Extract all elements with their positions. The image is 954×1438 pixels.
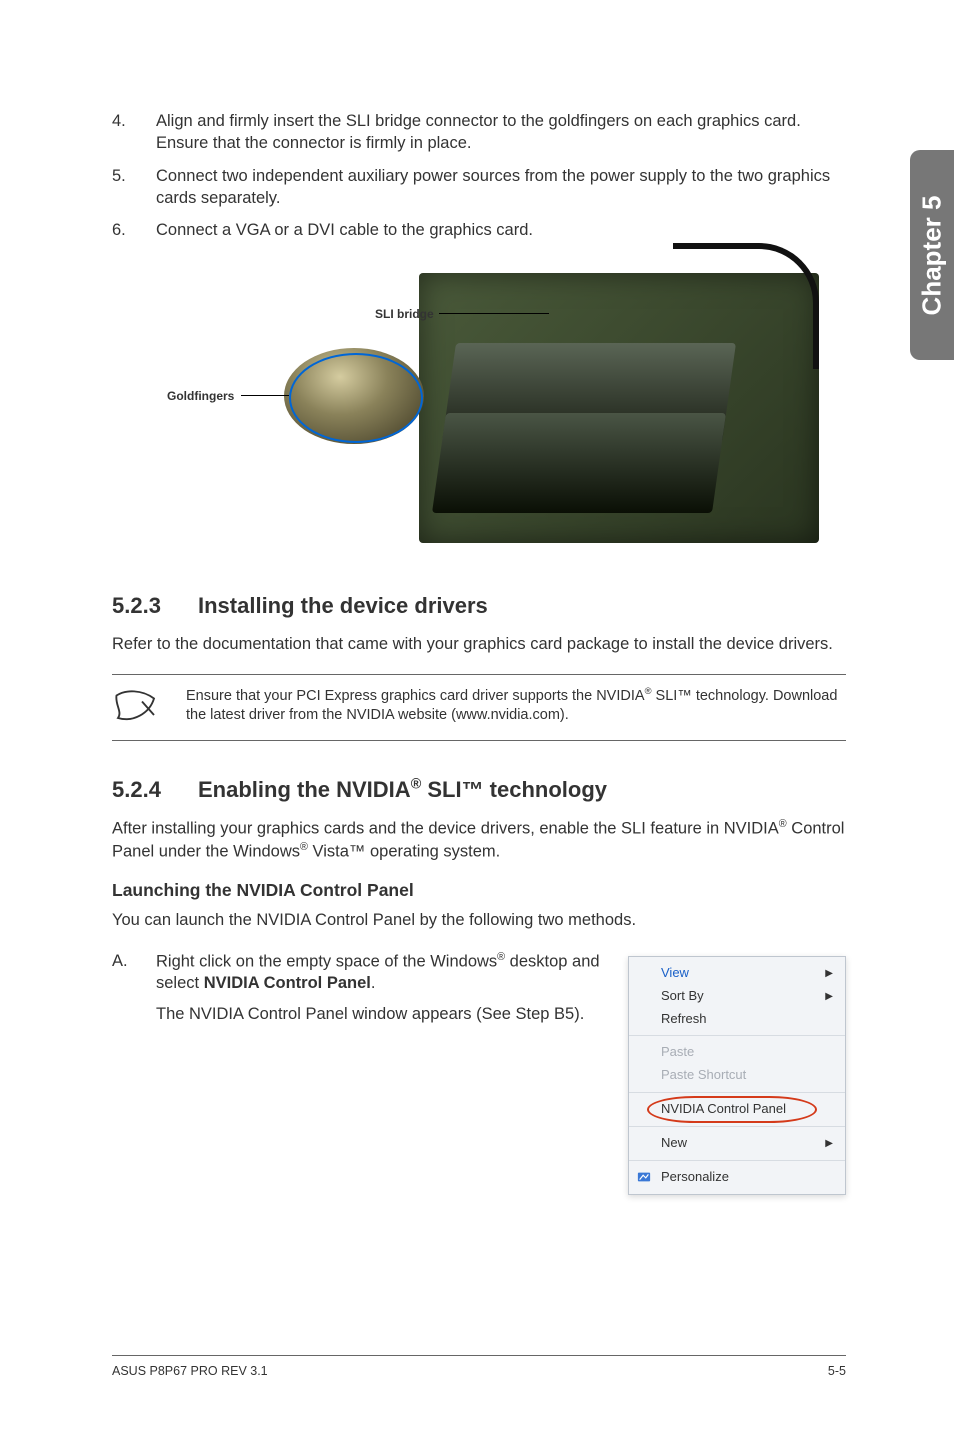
note-text: Ensure that your PCI Express graphics ca… xyxy=(186,685,846,726)
sli-bridge-label: SLI bridge xyxy=(375,307,434,321)
section-heading-524: 5.2.4Enabling the NVIDIA® SLI™ technolog… xyxy=(112,777,846,803)
menu-item-sort-by[interactable]: Sort By ▶ xyxy=(629,985,845,1008)
step-6: 6. Connect a VGA or a DVI cable to the g… xyxy=(112,219,846,241)
menu-label: NVIDIA Control Panel xyxy=(661,1101,786,1118)
menu-item-paste-shortcut: Paste Shortcut xyxy=(629,1064,845,1087)
numbered-steps: 4. Align and firmly insert the SLI bridg… xyxy=(112,110,846,241)
menu-item-refresh[interactable]: Refresh xyxy=(629,1008,845,1031)
step-number: 4. xyxy=(112,110,156,155)
step-number: 6. xyxy=(112,219,156,241)
step-text: Align and firmly insert the SLI bridge c… xyxy=(156,110,846,155)
section-heading-523: 5.2.3Installing the device drivers xyxy=(112,593,846,619)
callout-line xyxy=(241,395,289,396)
menu-item-nvidia-control-panel[interactable]: NVIDIA Control Panel xyxy=(629,1098,845,1121)
menu-item-new[interactable]: New ▶ xyxy=(629,1132,845,1155)
step-5: 5. Connect two independent auxiliary pow… xyxy=(112,165,846,210)
menu-label: Personalize xyxy=(661,1169,729,1186)
highlight-ellipse xyxy=(289,353,423,443)
section-body: Refer to the documentation that came wit… xyxy=(112,633,846,655)
personalize-icon xyxy=(637,1170,651,1184)
footer-left: ASUS P8P67 PRO REV 3.1 xyxy=(112,1364,268,1378)
menu-item-paste: Paste xyxy=(629,1041,845,1064)
section-body: After installing your graphics cards and… xyxy=(112,817,846,863)
step-a: A. Right click on the empty space of the… xyxy=(112,950,600,1033)
note-icon xyxy=(112,685,160,730)
chapter-side-label: Chapter 5 xyxy=(917,195,948,315)
sub-body: You can launch the NVIDIA Control Panel … xyxy=(112,909,846,931)
step-text: Connect a VGA or a DVI cable to the grap… xyxy=(156,219,533,241)
menu-label: New xyxy=(661,1135,687,1152)
section-title: Installing the device drivers xyxy=(198,593,488,618)
menu-label: Refresh xyxy=(661,1011,707,1028)
footer-page-number: 5-5 xyxy=(828,1364,846,1378)
menu-label: Sort By xyxy=(661,988,704,1005)
callout-line xyxy=(439,313,549,314)
section-title: Enabling the NVIDIA® SLI™ technology xyxy=(198,777,607,802)
hardware-figure: SLI bridge Goldfingers xyxy=(119,253,839,553)
submenu-arrow-icon: ▶ xyxy=(825,967,833,980)
submenu-arrow-icon: ▶ xyxy=(825,1137,833,1150)
menu-label: View xyxy=(661,965,689,982)
menu-label: Paste Shortcut xyxy=(661,1067,746,1084)
menu-label: Paste xyxy=(661,1044,694,1061)
section-number: 5.2.3 xyxy=(112,593,198,619)
page-footer: ASUS P8P67 PRO REV 3.1 5-5 xyxy=(112,1355,846,1378)
step-4: 4. Align and firmly insert the SLI bridg… xyxy=(112,110,846,155)
subheading: Launching the NVIDIA Control Panel xyxy=(112,880,846,901)
section-number: 5.2.4 xyxy=(112,777,198,803)
step-number: 5. xyxy=(112,165,156,210)
step-letter: A. xyxy=(112,950,156,1033)
chapter-side-tab: Chapter 5 xyxy=(910,150,954,360)
menu-item-personalize[interactable]: Personalize xyxy=(629,1166,845,1189)
menu-item-view[interactable]: View ▶ xyxy=(629,962,845,985)
goldfingers-label: Goldfingers xyxy=(167,389,234,403)
step-text: Right click on the empty space of the Wi… xyxy=(156,950,600,1033)
submenu-arrow-icon: ▶ xyxy=(825,990,833,1003)
step-text: Connect two independent auxiliary power … xyxy=(156,165,846,210)
note-box: Ensure that your PCI Express graphics ca… xyxy=(112,674,846,741)
graphics-card-graphic xyxy=(432,413,726,513)
context-menu: View ▶ Sort By ▶ Refresh Paste Paste Sho… xyxy=(628,956,846,1195)
